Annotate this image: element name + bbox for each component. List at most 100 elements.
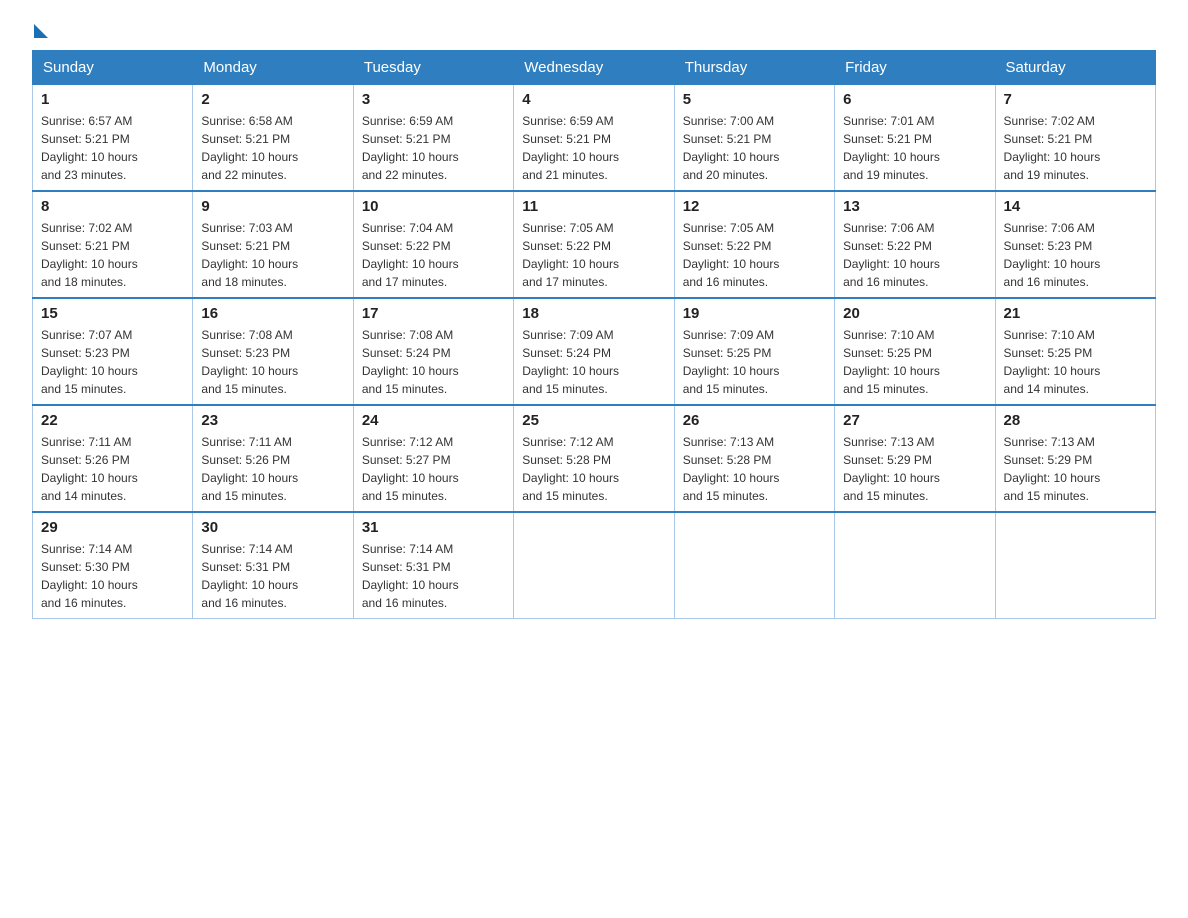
calendar-table: SundayMondayTuesdayWednesdayThursdayFrid… [32,50,1156,619]
day-number: 7 [1004,91,1147,108]
day-number: 11 [522,198,665,215]
calendar-day-cell: 1 Sunrise: 6:57 AM Sunset: 5:21 PM Dayli… [33,85,193,192]
day-info: Sunrise: 7:05 AM Sunset: 5:22 PM Dayligh… [683,219,826,291]
day-number: 23 [201,412,344,429]
day-info: Sunrise: 7:13 AM Sunset: 5:29 PM Dayligh… [1004,433,1147,505]
weekday-header-sunday: Sunday [33,51,193,85]
day-info: Sunrise: 7:14 AM Sunset: 5:31 PM Dayligh… [201,540,344,612]
calendar-week-row: 8 Sunrise: 7:02 AM Sunset: 5:21 PM Dayli… [33,191,1156,298]
day-info: Sunrise: 7:09 AM Sunset: 5:24 PM Dayligh… [522,326,665,398]
day-number: 28 [1004,412,1147,429]
calendar-day-cell: 16 Sunrise: 7:08 AM Sunset: 5:23 PM Dayl… [193,298,353,405]
day-info: Sunrise: 7:08 AM Sunset: 5:24 PM Dayligh… [362,326,505,398]
calendar-day-cell: 31 Sunrise: 7:14 AM Sunset: 5:31 PM Dayl… [353,512,513,619]
day-number: 20 [843,305,986,322]
day-info: Sunrise: 7:04 AM Sunset: 5:22 PM Dayligh… [362,219,505,291]
day-number: 5 [683,91,826,108]
day-info: Sunrise: 7:10 AM Sunset: 5:25 PM Dayligh… [843,326,986,398]
calendar-day-cell: 22 Sunrise: 7:11 AM Sunset: 5:26 PM Dayl… [33,405,193,512]
page-header [32,24,1156,38]
day-number: 10 [362,198,505,215]
calendar-day-cell: 18 Sunrise: 7:09 AM Sunset: 5:24 PM Dayl… [514,298,674,405]
calendar-day-cell [995,512,1155,619]
calendar-day-cell: 6 Sunrise: 7:01 AM Sunset: 5:21 PM Dayli… [835,85,995,192]
calendar-day-cell: 2 Sunrise: 6:58 AM Sunset: 5:21 PM Dayli… [193,85,353,192]
calendar-day-cell: 21 Sunrise: 7:10 AM Sunset: 5:25 PM Dayl… [995,298,1155,405]
day-number: 25 [522,412,665,429]
day-info: Sunrise: 7:06 AM Sunset: 5:22 PM Dayligh… [843,219,986,291]
calendar-day-cell: 19 Sunrise: 7:09 AM Sunset: 5:25 PM Dayl… [674,298,834,405]
calendar-day-cell [674,512,834,619]
calendar-day-cell [835,512,995,619]
logo [32,24,52,38]
calendar-day-cell: 27 Sunrise: 7:13 AM Sunset: 5:29 PM Dayl… [835,405,995,512]
day-number: 19 [683,305,826,322]
day-info: Sunrise: 7:10 AM Sunset: 5:25 PM Dayligh… [1004,326,1147,398]
calendar-day-cell: 15 Sunrise: 7:07 AM Sunset: 5:23 PM Dayl… [33,298,193,405]
day-number: 15 [41,305,184,322]
weekday-header-friday: Friday [835,51,995,85]
calendar-day-cell: 25 Sunrise: 7:12 AM Sunset: 5:28 PM Dayl… [514,405,674,512]
calendar-week-row: 29 Sunrise: 7:14 AM Sunset: 5:30 PM Dayl… [33,512,1156,619]
day-info: Sunrise: 7:02 AM Sunset: 5:21 PM Dayligh… [41,219,184,291]
calendar-day-cell: 20 Sunrise: 7:10 AM Sunset: 5:25 PM Dayl… [835,298,995,405]
calendar-day-cell: 10 Sunrise: 7:04 AM Sunset: 5:22 PM Dayl… [353,191,513,298]
day-info: Sunrise: 6:59 AM Sunset: 5:21 PM Dayligh… [522,112,665,184]
weekday-header-tuesday: Tuesday [353,51,513,85]
calendar-day-cell: 14 Sunrise: 7:06 AM Sunset: 5:23 PM Dayl… [995,191,1155,298]
weekday-header-wednesday: Wednesday [514,51,674,85]
day-info: Sunrise: 7:02 AM Sunset: 5:21 PM Dayligh… [1004,112,1147,184]
day-info: Sunrise: 7:01 AM Sunset: 5:21 PM Dayligh… [843,112,986,184]
calendar-day-cell: 26 Sunrise: 7:13 AM Sunset: 5:28 PM Dayl… [674,405,834,512]
day-info: Sunrise: 7:11 AM Sunset: 5:26 PM Dayligh… [41,433,184,505]
calendar-day-cell: 30 Sunrise: 7:14 AM Sunset: 5:31 PM Dayl… [193,512,353,619]
weekday-header-row: SundayMondayTuesdayWednesdayThursdayFrid… [33,51,1156,85]
day-info: Sunrise: 7:08 AM Sunset: 5:23 PM Dayligh… [201,326,344,398]
day-number: 29 [41,519,184,536]
day-number: 22 [41,412,184,429]
day-number: 16 [201,305,344,322]
calendar-day-cell: 5 Sunrise: 7:00 AM Sunset: 5:21 PM Dayli… [674,85,834,192]
day-info: Sunrise: 7:12 AM Sunset: 5:28 PM Dayligh… [522,433,665,505]
day-number: 17 [362,305,505,322]
calendar-day-cell [514,512,674,619]
calendar-day-cell: 28 Sunrise: 7:13 AM Sunset: 5:29 PM Dayl… [995,405,1155,512]
day-info: Sunrise: 6:57 AM Sunset: 5:21 PM Dayligh… [41,112,184,184]
day-info: Sunrise: 7:14 AM Sunset: 5:31 PM Dayligh… [362,540,505,612]
calendar-day-cell: 13 Sunrise: 7:06 AM Sunset: 5:22 PM Dayl… [835,191,995,298]
day-number: 9 [201,198,344,215]
calendar-day-cell: 11 Sunrise: 7:05 AM Sunset: 5:22 PM Dayl… [514,191,674,298]
calendar-day-cell: 9 Sunrise: 7:03 AM Sunset: 5:21 PM Dayli… [193,191,353,298]
day-number: 3 [362,91,505,108]
day-number: 6 [843,91,986,108]
day-info: Sunrise: 7:03 AM Sunset: 5:21 PM Dayligh… [201,219,344,291]
day-number: 2 [201,91,344,108]
day-number: 4 [522,91,665,108]
day-number: 18 [522,305,665,322]
day-number: 24 [362,412,505,429]
day-info: Sunrise: 7:14 AM Sunset: 5:30 PM Dayligh… [41,540,184,612]
weekday-header-saturday: Saturday [995,51,1155,85]
weekday-header-monday: Monday [193,51,353,85]
day-number: 8 [41,198,184,215]
day-number: 27 [843,412,986,429]
calendar-day-cell: 3 Sunrise: 6:59 AM Sunset: 5:21 PM Dayli… [353,85,513,192]
day-number: 30 [201,519,344,536]
day-info: Sunrise: 7:07 AM Sunset: 5:23 PM Dayligh… [41,326,184,398]
day-info: Sunrise: 7:06 AM Sunset: 5:23 PM Dayligh… [1004,219,1147,291]
calendar-day-cell: 7 Sunrise: 7:02 AM Sunset: 5:21 PM Dayli… [995,85,1155,192]
day-number: 26 [683,412,826,429]
calendar-day-cell: 12 Sunrise: 7:05 AM Sunset: 5:22 PM Dayl… [674,191,834,298]
day-info: Sunrise: 7:00 AM Sunset: 5:21 PM Dayligh… [683,112,826,184]
day-info: Sunrise: 6:59 AM Sunset: 5:21 PM Dayligh… [362,112,505,184]
day-info: Sunrise: 7:12 AM Sunset: 5:27 PM Dayligh… [362,433,505,505]
day-number: 14 [1004,198,1147,215]
calendar-week-row: 15 Sunrise: 7:07 AM Sunset: 5:23 PM Dayl… [33,298,1156,405]
day-info: Sunrise: 7:13 AM Sunset: 5:28 PM Dayligh… [683,433,826,505]
day-number: 31 [362,519,505,536]
calendar-day-cell: 24 Sunrise: 7:12 AM Sunset: 5:27 PM Dayl… [353,405,513,512]
day-number: 1 [41,91,184,108]
day-info: Sunrise: 7:13 AM Sunset: 5:29 PM Dayligh… [843,433,986,505]
calendar-day-cell: 29 Sunrise: 7:14 AM Sunset: 5:30 PM Dayl… [33,512,193,619]
logo-arrow-icon [34,24,48,38]
